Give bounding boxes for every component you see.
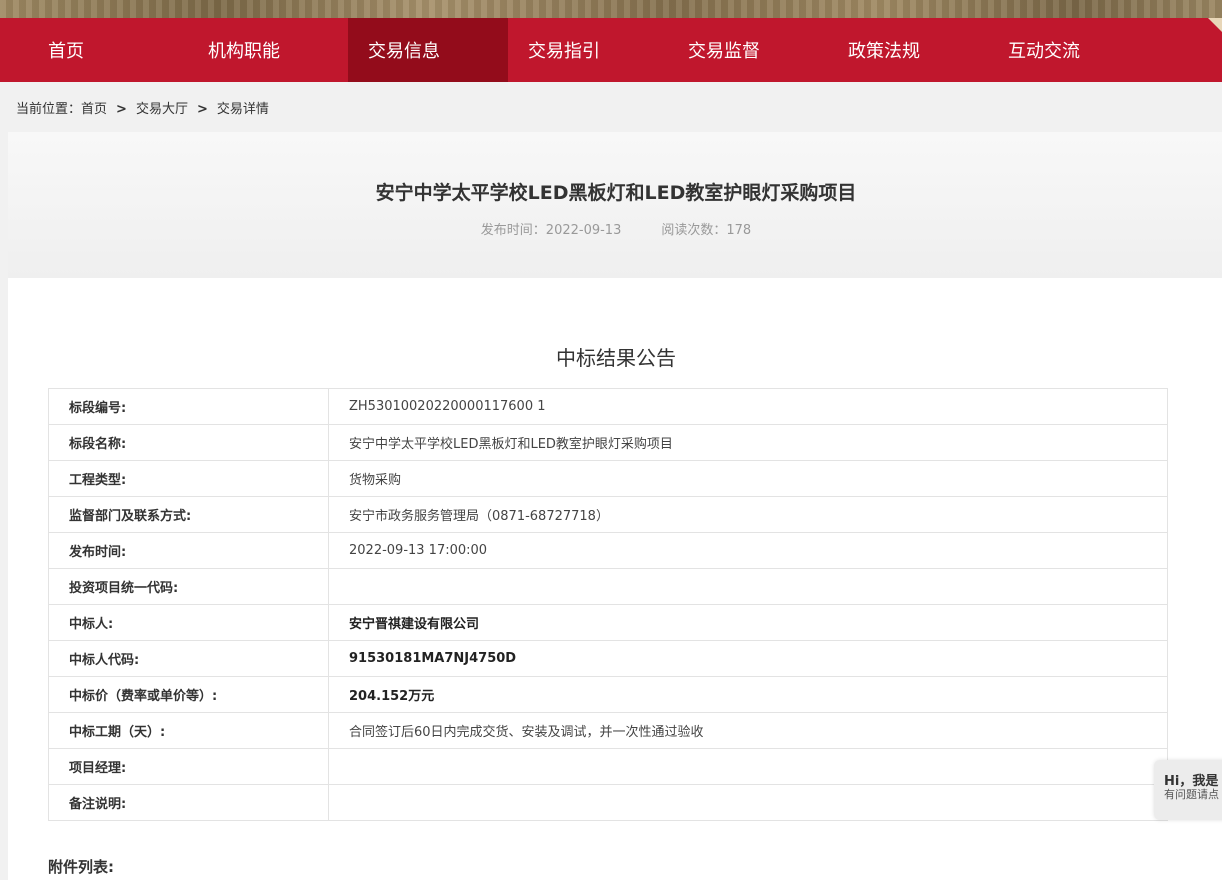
chat-subtext: 有问题请点 [1164,788,1219,801]
table-row: 监督部门及联系方式: 安宁市政务服务管理局（0871-68727718） [48,496,1168,533]
content-card: 安宁中学太平学校LED黑板灯和LED教室护眼灯采购项目 发布时间：2022-09… [8,132,1222,880]
table-row: 工程类型: 货物采购 [48,460,1168,497]
table-row: 标段名称: 安宁中学太平学校LED黑板灯和LED教室护眼灯采购项目 [48,424,1168,461]
row-value: 安宁晋祺建设有限公司 [328,604,1168,641]
row-label: 标段名称: [48,424,329,461]
row-label: 中标价（费率或单价等）: [48,676,329,713]
breadcrumb-prefix: 当前位置： [16,102,82,117]
view-count: 阅读次数：178 [661,223,752,238]
row-label: 发布时间: [48,532,329,569]
article-title: 安宁中学太平学校LED黑板灯和LED教室护眼灯采购项目 [375,182,857,204]
attachments-heading: 附件列表: [48,858,114,876]
row-label: 中标工期（天）: [48,712,329,749]
row-label: 标段编号: [48,388,329,425]
table-row: 中标人: 安宁晋祺建设有限公司 [48,604,1168,641]
row-label: 项目经理: [48,748,329,785]
table-row: 中标工期（天）: 合同签订后60日内完成交货、安装及调试，并一次性通过验收 [48,712,1168,749]
row-label: 工程类型: [48,460,329,497]
row-value: 204.152万元 [328,676,1168,713]
table-row: 项目经理: [48,748,1168,785]
row-value: 货物采购 [328,460,1168,497]
table-row: 中标人代码: 91530181MA7NJ4750D [48,640,1168,677]
breadcrumb: 当前位置：首页 > 交易大厅 > 交易详情 [16,98,269,117]
row-label: 备注说明: [48,784,329,821]
article-meta: 发布时间：2022-09-13 阅读次数：178 [8,219,1222,238]
row-value [328,568,1168,605]
nav-corner-decoration [1208,18,1222,32]
table-row: 中标价（费率或单价等）: 204.152万元 [48,676,1168,713]
row-value: 安宁市政务服务管理局（0871-68727718） [328,496,1168,533]
row-value: 安宁中学太平学校LED黑板灯和LED教室护眼灯采购项目 [328,424,1168,461]
nav-item-institution[interactable]: 机构职能 [188,18,348,82]
table-row: 投资项目统一代码: [48,568,1168,605]
row-label: 监督部门及联系方式: [48,496,329,533]
row-value: 合同签订后60日内完成交货、安装及调试，并一次性通过验收 [328,712,1168,749]
row-value [328,784,1168,821]
breadcrumb-home[interactable]: 首页 [81,102,107,117]
row-label: 投资项目统一代码: [48,568,329,605]
nav-item-trade-supervision[interactable]: 交易监督 [668,18,828,82]
notice-table: 标段编号: ZH53010020220000117600 1 标段名称: 安宁中… [48,388,1168,821]
breadcrumb-trade-hall[interactable]: 交易大厅 [136,102,188,117]
table-row: 备注说明: [48,784,1168,821]
row-value: 2022-09-13 17:00:00 [328,532,1168,569]
nav-item-trade-info[interactable]: 交易信息 [348,18,508,82]
main-nav: 首页 机构职能 交易信息 交易指引 交易监督 政策法规 互动交流 [0,18,1222,82]
row-label: 中标人: [48,604,329,641]
table-row: 标段编号: ZH53010020220000117600 1 [48,388,1168,425]
notice-title: 中标结果公告 [556,346,676,370]
nav-item-policy[interactable]: 政策法规 [828,18,988,82]
nav-item-interaction[interactable]: 互动交流 [988,18,1148,82]
nav-item-trade-guide[interactable]: 交易指引 [508,18,668,82]
article-header: 安宁中学太平学校LED黑板灯和LED教室护眼灯采购项目 发布时间：2022-09… [8,132,1222,278]
row-value: 91530181MA7NJ4750D [328,640,1168,677]
nav-item-home[interactable]: 首页 [28,18,188,82]
table-row: 发布时间: 2022-09-13 17:00:00 [48,532,1168,569]
breadcrumb-current: 交易详情 [216,102,269,117]
breadcrumb-separator: > [196,102,208,117]
row-label: 中标人代码: [48,640,329,677]
publish-date: 发布时间：2022-09-13 [480,223,622,238]
breadcrumb-separator: > [116,102,127,117]
chat-widget[interactable]: Hi，我是 有问题请点 [1154,760,1222,820]
header-banner [0,0,1222,20]
row-value [328,748,1168,785]
row-value: ZH53010020220000117600 1 [328,388,1168,425]
